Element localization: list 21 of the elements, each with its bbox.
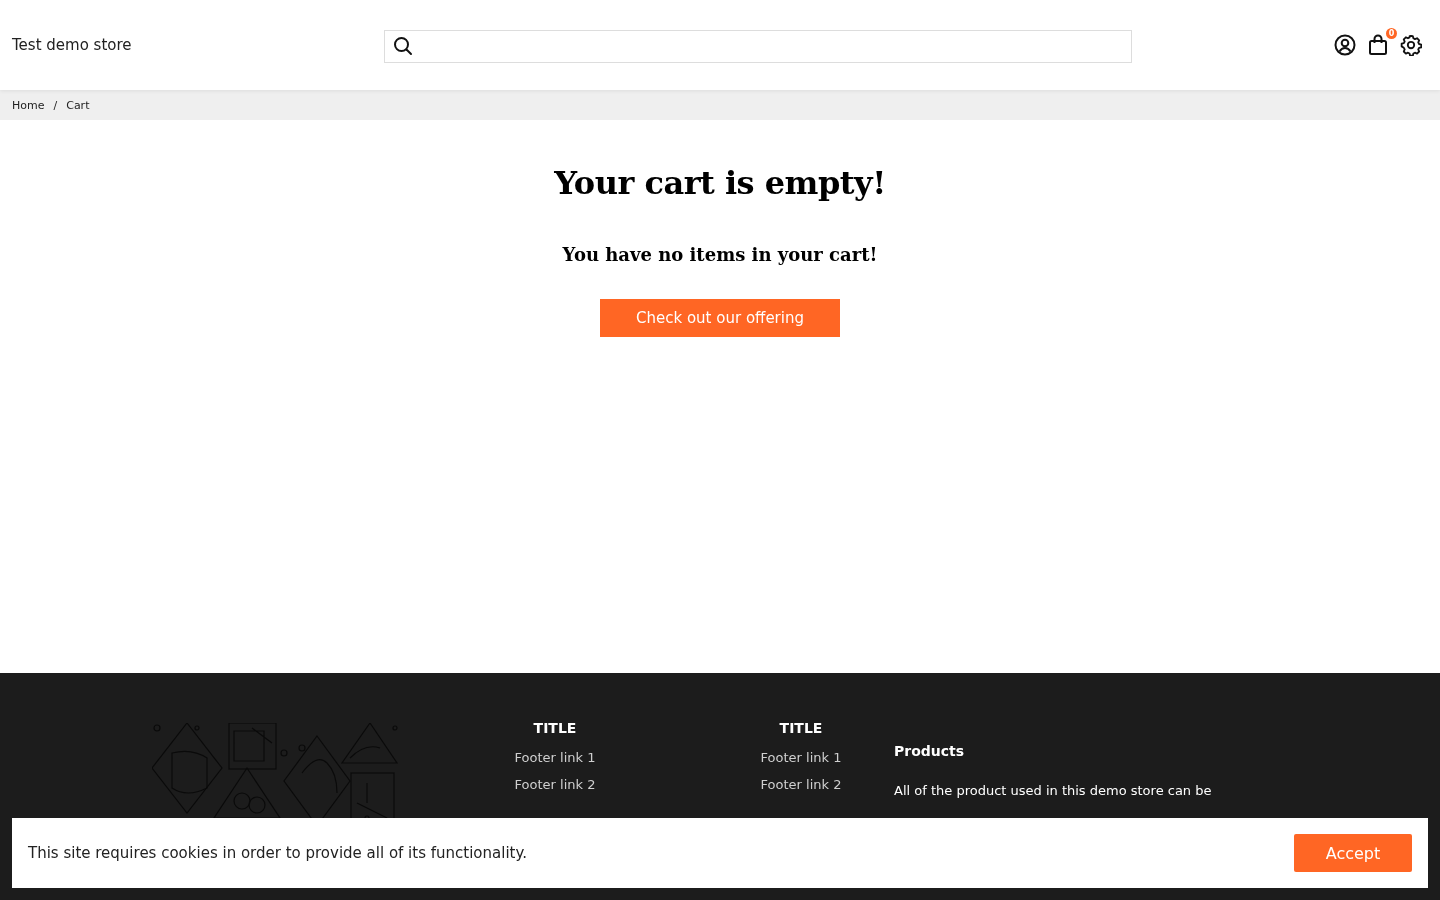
search-icon (393, 36, 413, 56)
footer-paragraph: All of the product used in this demo store can be (894, 782, 1213, 800)
footer-link[interactable]: Footer link 1 (514, 744, 596, 771)
footer-heading: Products (894, 743, 966, 759)
store-name[interactable]: Test demo store (12, 36, 384, 54)
footer-link[interactable]: Footer link 2 (514, 771, 596, 798)
footer-column-title: TITLE (779, 720, 823, 736)
search-field[interactable] (384, 29, 1132, 63)
cart-count-badge: 0 (1386, 28, 1397, 39)
breadcrumb-separator: / (53, 98, 58, 112)
empty-cart-message: You have no items in your cart! (562, 244, 878, 265)
page-title: Your cart is empty! (554, 164, 886, 202)
settings-icon[interactable] (1400, 34, 1422, 56)
shopping-bag-icon[interactable] (1368, 34, 1388, 56)
breadcrumb-link[interactable]: Cart (66, 98, 90, 112)
account-icon[interactable] (1334, 34, 1356, 56)
footer-link[interactable]: Footer link 1 (760, 744, 842, 771)
footer-column-title: TITLE (533, 720, 577, 736)
cookie-message: This site requires cookies in order to provide all of its functionality. (28, 844, 527, 862)
breadcrumb-link[interactable]: Home (12, 98, 45, 112)
footer-link[interactable]: Footer link 2 (760, 771, 842, 798)
